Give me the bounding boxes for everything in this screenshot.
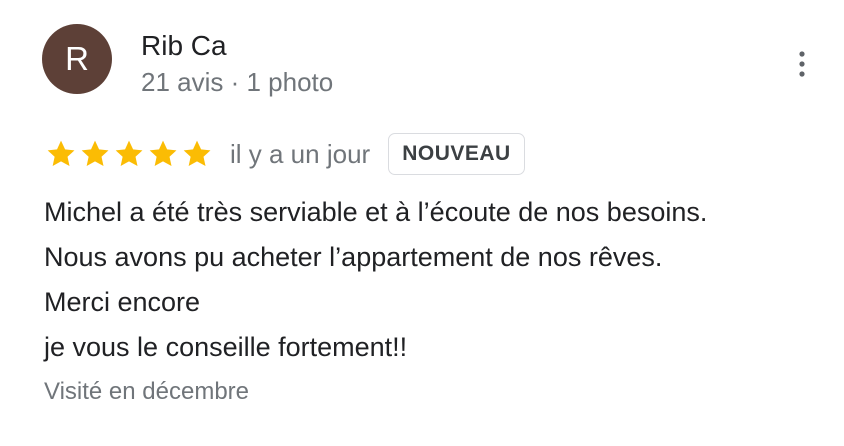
review-time: il y a un jour [230, 138, 371, 169]
star-icon [81, 140, 109, 167]
review-line: Merci encore [44, 287, 201, 317]
avatar[interactable]: R [42, 24, 112, 94]
more-vert-icon [799, 51, 805, 77]
rating-row: il y a un jour NOUVEAU [44, 130, 525, 178]
review-line: Michel a été très serviable et à l’écout… [44, 197, 708, 227]
star-icon [47, 140, 75, 167]
reviewer-meta: 21 avis · 1 photo [141, 67, 334, 97]
review-line: Nous avons pu acheter l’appartement de n… [44, 242, 663, 272]
reviewer-name[interactable]: Rib Ca [141, 29, 227, 63]
star-icon [149, 140, 177, 167]
visited-date: Visité en décembre [44, 378, 250, 405]
star-rating [44, 137, 214, 171]
avatar-initial: R [65, 40, 89, 77]
new-badge: NOUVEAU [388, 133, 525, 175]
star-icon [183, 140, 211, 167]
more-options-button[interactable] [786, 44, 818, 84]
review-line: je vous le conseille fortement!! [44, 332, 408, 362]
review-text: Michel a été très serviable et à l’écout… [44, 190, 824, 370]
star-icon [115, 140, 143, 167]
